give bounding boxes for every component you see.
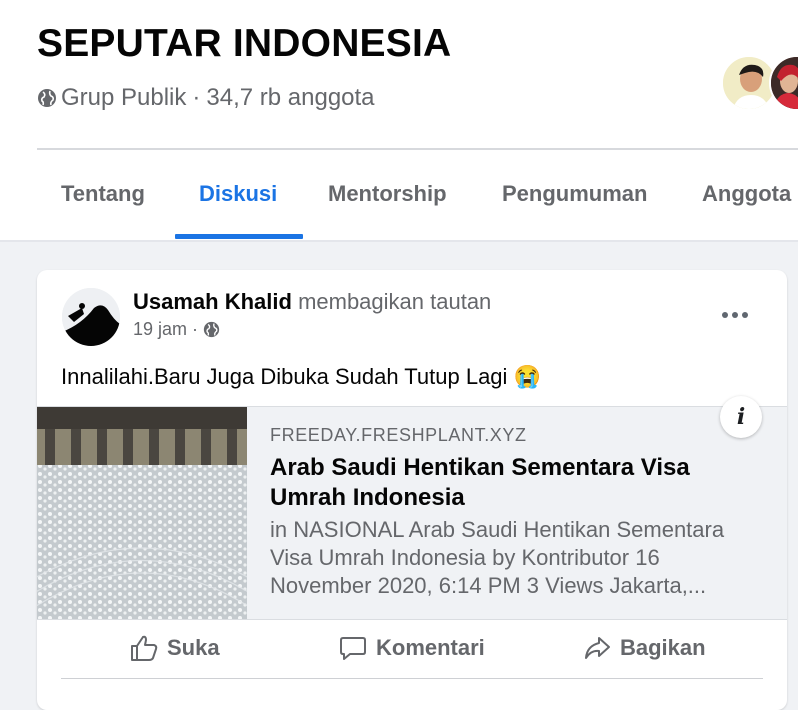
avatar[interactable] bbox=[62, 288, 120, 346]
member-avatars[interactable] bbox=[721, 55, 798, 111]
post-message: Innalilahi.Baru Juga Dibuka Sudah Tutup … bbox=[61, 364, 508, 389]
like-button[interactable]: Suka bbox=[129, 620, 220, 676]
post-more-button[interactable] bbox=[717, 300, 753, 330]
actions-divider bbox=[61, 678, 763, 679]
post-card: Usamah Khalid membagikan tautan 19 jam ·… bbox=[37, 270, 787, 710]
tab-mentorship[interactable]: Mentorship bbox=[328, 150, 447, 238]
post-actions: Suka Komentari Bagikan bbox=[37, 620, 787, 676]
group-title[interactable]: SEPUTAR INDONESIA bbox=[37, 22, 451, 66]
like-label: Suka bbox=[167, 635, 220, 660]
globe-icon bbox=[38, 89, 56, 107]
link-domain: FREEDAY.FRESHPLANT.XYZ bbox=[270, 425, 527, 445]
group-header: SEPUTAR INDONESIA Grup Publik · 34,7 rb … bbox=[0, 0, 798, 240]
link-title[interactable]: Arab Saudi Hentikan Sementara Visa Umrah… bbox=[270, 453, 750, 513]
comment-icon bbox=[340, 637, 366, 660]
group-privacy[interactable]: Grup Publik bbox=[61, 84, 186, 112]
comment-button[interactable]: Komentari bbox=[338, 620, 485, 676]
globe-icon bbox=[203, 321, 220, 338]
link-thumbnail[interactable] bbox=[37, 407, 247, 619]
share-button[interactable]: Bagikan bbox=[582, 620, 706, 676]
share-label: Bagikan bbox=[620, 635, 706, 660]
group-meta: Grup Publik · 34,7 rb anggota bbox=[37, 84, 375, 112]
more-icon bbox=[722, 312, 748, 318]
post-text: Innalilahi.Baru Juga Dibuka Sudah Tutup … bbox=[61, 364, 541, 390]
tab-anggota[interactable]: Anggota bbox=[702, 150, 791, 238]
post-author-line: Usamah Khalid membagikan tautan bbox=[133, 289, 491, 315]
member-count[interactable]: 34,7 rb anggota bbox=[206, 84, 374, 112]
link-preview[interactable]: FREEDAY.FRESHPLANT.XYZ Arab Saudi Hentik… bbox=[37, 406, 787, 620]
post-meta-separator: · bbox=[192, 319, 199, 339]
like-icon bbox=[131, 635, 158, 661]
member-avatar[interactable] bbox=[769, 55, 798, 111]
active-tab-indicator bbox=[175, 234, 303, 239]
tab-pengumuman[interactable]: Pengumuman bbox=[502, 150, 647, 238]
share-icon bbox=[585, 637, 610, 659]
crying-emoji: 😭 bbox=[513, 364, 541, 389]
header-shadow bbox=[0, 240, 798, 242]
link-description: in NASIONAL Arab Saudi Hentikan Sementar… bbox=[270, 517, 725, 598]
info-button[interactable]: i bbox=[720, 396, 762, 438]
comment-label: Komentari bbox=[376, 635, 485, 660]
tab-tentang[interactable]: Tentang bbox=[61, 150, 145, 238]
tab-diskusi[interactable]: Diskusi bbox=[199, 150, 277, 238]
group-tabs: Tentang Diskusi Mentorship Pengumuman An… bbox=[37, 150, 798, 240]
author-action: membagikan tautan bbox=[298, 289, 492, 314]
post-time[interactable]: 19 jam bbox=[133, 319, 187, 340]
author-name[interactable]: Usamah Khalid bbox=[133, 289, 292, 314]
info-icon: i bbox=[736, 404, 746, 430]
post-meta: 19 jam · bbox=[133, 319, 220, 340]
meta-separator: · bbox=[192, 84, 201, 111]
